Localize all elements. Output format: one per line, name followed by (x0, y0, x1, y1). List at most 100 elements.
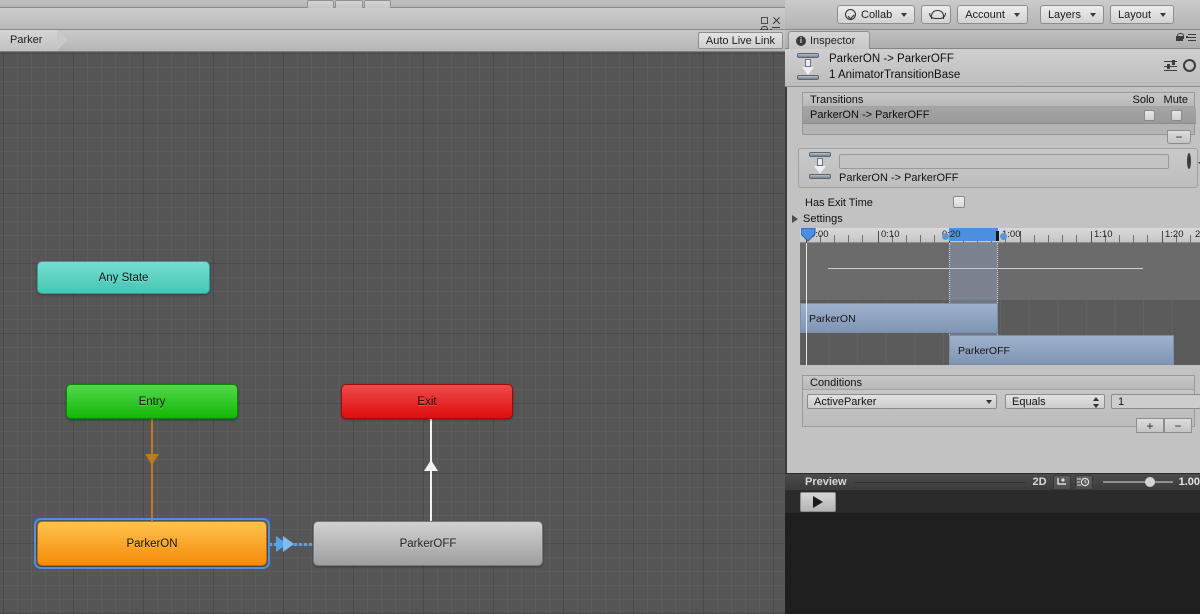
mute-column-label: Mute (1163, 94, 1188, 106)
state-node-parkeroff[interactable]: ParkerOFF (313, 521, 543, 566)
condition-operator-dropdown[interactable]: Equals (1005, 394, 1105, 409)
animator-state-graph-canvas[interactable]: Any State Entry Exit ParkerON ParkerOFF (0, 52, 785, 614)
transition-arrow-icon (283, 536, 294, 552)
timeline-clip-label: ParkerON (809, 313, 856, 325)
transitions-header-label: Transitions (810, 94, 864, 106)
account-button[interactable]: Account (957, 5, 1028, 24)
state-node-label: ParkerON (126, 537, 178, 550)
close-icon[interactable] (772, 17, 780, 25)
maximize-icon[interactable] (761, 17, 768, 24)
condition-value-input[interactable]: 1 (1111, 394, 1200, 409)
cloud-icon (929, 10, 947, 19)
account-label: Account (965, 8, 1005, 21)
conditions-add-remove[interactable]: + − (1136, 418, 1196, 433)
preview-viewport[interactable] (785, 491, 1200, 614)
condition-parameter-value: ActiveParker (814, 396, 877, 408)
playhead-glyph (800, 228, 816, 242)
preview-speed-slider[interactable] (1102, 475, 1173, 489)
transitions-list-row[interactable]: ParkerON -> ParkerOFF (803, 107, 1196, 124)
transition-asset-icon (807, 152, 833, 184)
preset-icon[interactable] (1164, 59, 1177, 72)
transition-timeline[interactable]: 0:00 0:10 0:20 1:00 1:10 1:20 2 ParkerON (800, 228, 1200, 365)
pivot-icon[interactable] (1052, 474, 1071, 490)
chevron-down-icon (1013, 12, 1020, 17)
add-condition-button[interactable]: + (1136, 418, 1164, 433)
editor-toolbar: Collab Account Layers Layout (785, 0, 1200, 30)
playback-speed-icon[interactable] (1074, 474, 1093, 490)
transitions-section-header: Transitions Solo Mute (802, 92, 1195, 107)
timeline-body[interactable]: ParkerON ParkerOFF (800, 243, 1200, 365)
condition-value-text: 1 (1118, 396, 1125, 408)
tab-inspector[interactable]: i Inspector (788, 31, 871, 49)
condition-parameter-dropdown[interactable]: ActiveParker (807, 394, 997, 409)
inspector-object-subtitle: 1 AnimatorTransitionBase (829, 69, 961, 81)
transition-detail-label: ParkerON -> ParkerOFF (839, 172, 959, 184)
timeline-exit-time-handle[interactable] (942, 233, 949, 240)
remove-transition-button[interactable]: − (1167, 130, 1191, 144)
transition-name-input[interactable] (839, 154, 1169, 169)
state-node-entry[interactable]: Entry (66, 384, 238, 419)
transition-exit-arrow-icon (424, 460, 438, 471)
has-exit-time-checkbox[interactable] (953, 196, 965, 208)
inspector-tab-actions[interactable] (1176, 33, 1196, 42)
animator-window-topstrip (0, 0, 785, 8)
state-node-label: Entry (138, 395, 166, 408)
inspector-tab-bar: i Inspector (785, 30, 1200, 49)
timeline-ruler[interactable]: 0:00 0:10 0:20 1:00 1:10 1:20 2 (800, 228, 1200, 243)
play-icon (813, 496, 823, 508)
inspector-object-header: ParkerON -> ParkerOFF 1 AnimatorTransiti… (785, 49, 1200, 87)
condition-operator-value: Equals (1012, 396, 1046, 408)
transition-entry-to-parkeron[interactable] (151, 419, 153, 521)
has-exit-time-label: Has Exit Time (805, 197, 873, 209)
timeline-offset-handle[interactable] (1000, 233, 1007, 240)
conditions-header-label: Conditions (810, 377, 862, 389)
preview-separator (854, 481, 1025, 483)
timeline-clip-label: ParkerOFF (958, 345, 1010, 357)
collab-label: Collab (861, 8, 893, 21)
timeline-tick-label: 1:10 (1094, 229, 1113, 240)
animator-breadcrumb-bar: Parker Auto Live Link (0, 30, 785, 52)
lock-icon[interactable] (1176, 33, 1184, 41)
state-node-parkeron[interactable]: ParkerON (34, 518, 270, 569)
timeline-playhead-handle[interactable] (800, 228, 816, 242)
collab-button[interactable]: Collab (837, 5, 916, 24)
inspector-header-actions[interactable] (1164, 59, 1196, 72)
timeline-tick-label: 0:10 (881, 229, 900, 240)
tab-label: Inspector (810, 34, 856, 47)
timeline-tick-label: 1:20 (1165, 229, 1184, 240)
play-button[interactable] (800, 492, 836, 512)
layers-button[interactable]: Layers (1039, 5, 1104, 24)
solo-column-label: Solo (1132, 94, 1155, 106)
animator-window: Parker Auto Live Link Any State Entry Ex… (0, 0, 785, 614)
conditions-section-header: Conditions (802, 375, 1195, 390)
timeline-clip-parkeron[interactable]: ParkerON (800, 303, 998, 333)
transition-settings-gear[interactable] (1187, 153, 1191, 169)
transition-detail-box: ParkerON -> ParkerOFF (798, 148, 1198, 188)
breadcrumb-parker[interactable]: Parker (0, 30, 69, 51)
timeline-clip-parkeroff[interactable]: ParkerOFF (949, 335, 1174, 365)
timeline-duration-marker[interactable] (996, 231, 999, 241)
stepper-icon (1093, 397, 1099, 408)
slider-knob[interactable] (1144, 477, 1155, 487)
mute-checkbox[interactable] (1171, 110, 1182, 121)
kebab-menu-icon[interactable] (1186, 33, 1196, 42)
remove-condition-button[interactable]: − (1164, 418, 1192, 433)
layout-button[interactable]: Layout (1109, 5, 1174, 24)
cloud-services-button[interactable] (921, 5, 952, 24)
preview-controls-strip (785, 491, 1200, 513)
chevron-down-icon (986, 400, 992, 404)
layers-label: Layers (1047, 8, 1081, 21)
settings-foldout[interactable]: Settings (792, 213, 843, 225)
settings-foldout-label: Settings (803, 213, 843, 225)
state-node-label: Any State (98, 271, 149, 284)
preview-2d-toggle[interactable]: 2D (1033, 476, 1047, 488)
chevron-down-icon (1160, 12, 1166, 17)
solo-checkbox[interactable] (1144, 110, 1155, 121)
gear-icon[interactable] (1183, 59, 1196, 72)
timeline-tick-label: 2 (1195, 229, 1200, 240)
state-node-exit[interactable]: Exit (341, 384, 513, 419)
auto-live-link-button[interactable]: Auto Live Link (697, 32, 783, 49)
pivot-glyph (1056, 478, 1066, 485)
timeline-upper-track (800, 243, 1200, 300)
state-node-any-state[interactable]: Any State (37, 261, 210, 294)
